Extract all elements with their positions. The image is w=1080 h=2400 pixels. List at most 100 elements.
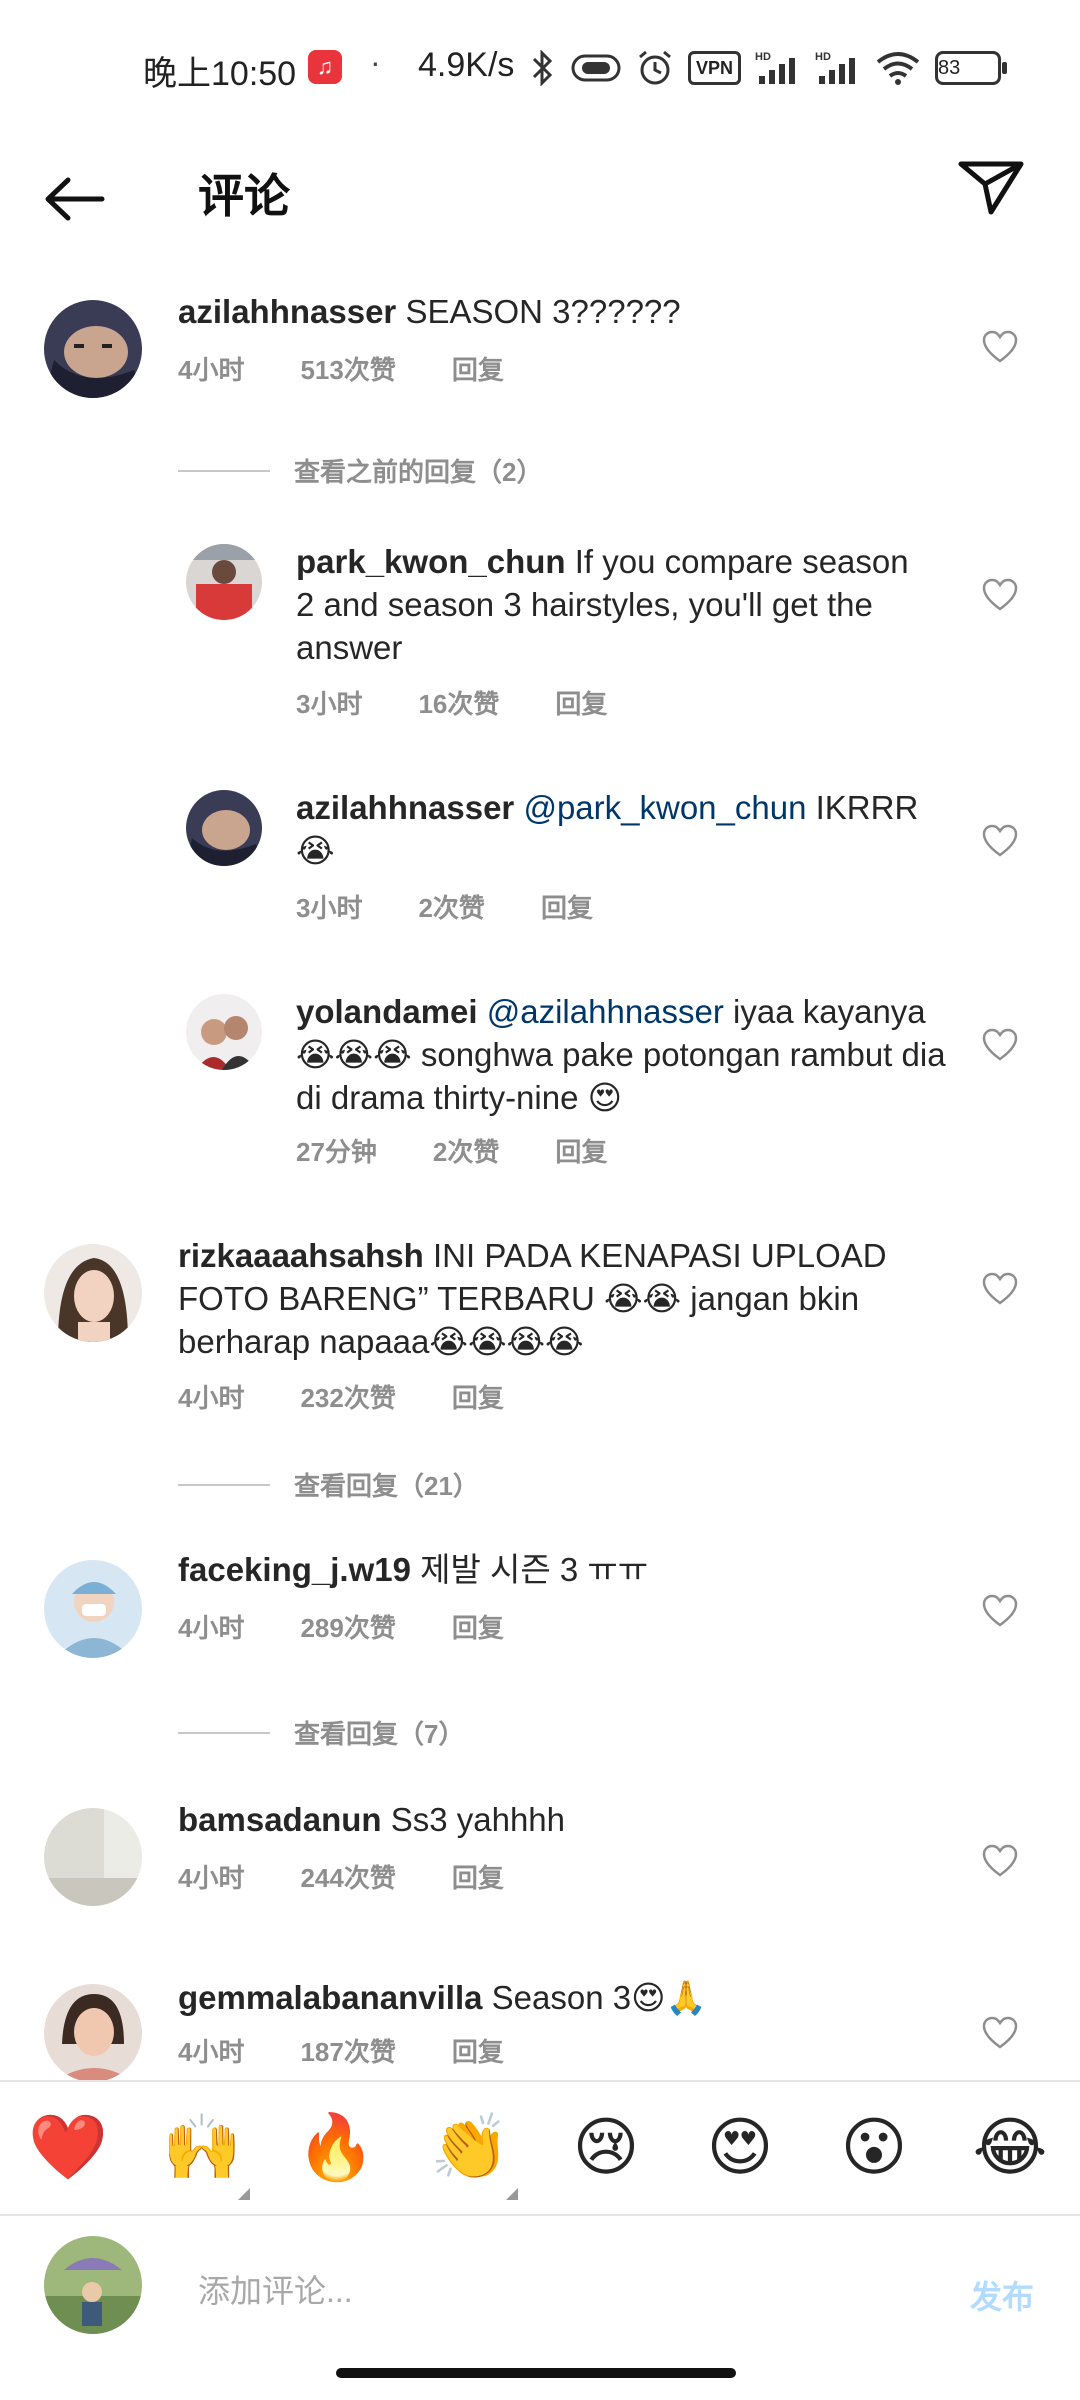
svg-text:HD: HD [815,51,831,63]
wifi-icon [875,50,921,86]
divider-line [178,1483,270,1486]
svg-text:HD: HD [755,51,771,63]
comment-time: 3小时 [296,893,363,923]
avatar[interactable] [186,790,262,866]
comment-composer: 添加评论... 发布 [0,2214,1080,2356]
avatar[interactable] [44,300,142,398]
comment-time: 4小时 [178,1383,245,1413]
reply-button[interactable]: 回复 [452,1858,504,1895]
my-avatar [44,2236,142,2334]
comment-likes[interactable]: 513次赞 [300,350,395,387]
status-icons: VPN HD HD 83 [530,48,1008,88]
emoji-clapping[interactable]: 👏 [430,2112,510,2182]
home-indicator[interactable] [336,2368,736,2378]
alarm-icon [636,50,674,86]
comment-username[interactable]: gemmalabananvilla [178,1979,482,2016]
share-send-icon[interactable] [955,150,1027,222]
view-replies-label[interactable]: 查看回复（7） [294,1714,464,1751]
view-replies-label[interactable]: 查看之前的回复（2） [294,452,542,489]
top-bar: 评论 [0,140,1080,240]
quick-emoji-bar: ❤️ 🙌 🔥 👏 😢 😍 😮 😂 [0,2080,1080,2216]
emoji-heart-eyes[interactable]: 😍 [700,2112,780,2182]
comment-username[interactable]: faceking_j.w19 [178,1551,411,1588]
skin-tone-indicator [238,2188,250,2200]
avatar[interactable] [44,1808,142,1906]
reply-button[interactable]: 回复 [555,1132,607,1169]
like-heart-icon[interactable] [982,1594,1018,1628]
post-button[interactable]: 发布 [970,2272,1034,2318]
view-replies-label[interactable]: 查看回复（21） [294,1466,479,1503]
comment-username[interactable]: park_kwon_chun [296,543,566,580]
comment-likes[interactable]: 187次赞 [300,2032,395,2069]
reply-button[interactable]: 回复 [541,888,593,925]
comment-input[interactable]: 添加评论... [198,2266,353,2312]
like-heart-icon[interactable] [982,578,1018,612]
back-arrow-icon[interactable] [40,158,110,228]
comment-username[interactable]: rizkaaaahsahsh [178,1237,424,1274]
status-bar: 晚上10:50 ♫ · 4.9K/s VPN HD HD 83 [0,0,1080,140]
like-heart-icon[interactable] [982,1844,1018,1878]
emoji-tears-of-joy[interactable]: 😂 [970,2112,1050,2182]
view-replies[interactable]: 查看回复（21） [178,1466,479,1503]
comment-likes[interactable]: 16次赞 [418,684,499,721]
netease-music-icon: ♫ [308,50,342,84]
view-previous-replies[interactable]: 查看之前的回复（2） [178,452,542,489]
comment-likes[interactable]: 244次赞 [300,1858,395,1895]
view-replies[interactable]: 查看回复（7） [178,1714,464,1751]
comment-text: SEASON 3?????? [405,293,681,330]
reply-button[interactable]: 回复 [452,2032,504,2069]
emoji-crying-face[interactable]: 😢 [566,2112,646,2182]
status-time: 晚上10:50 [143,55,297,93]
network-speed: 4.9K/s [418,46,515,84]
like-heart-icon[interactable] [982,1028,1018,1062]
avatar[interactable] [44,1984,142,2080]
bluetooth-icon [530,50,556,86]
comment-time: 4小时 [178,1863,245,1893]
like-heart-icon[interactable] [982,330,1018,364]
avatar[interactable] [44,1244,142,1342]
status-dot: · [370,44,381,80]
comment-likes[interactable]: 2次赞 [433,1132,499,1169]
emoji-raising-hands[interactable]: 🙌 [162,2112,242,2182]
comment-mention[interactable]: @azilahhnasser [487,993,724,1030]
comment-item: gemmalabananvilla Season 3😍🙏 4小时 187次赞 回… [0,1976,1080,2080]
comment-likes[interactable]: 289次赞 [300,1608,395,1645]
comment-likes[interactable]: 2次赞 [418,888,484,925]
emoji-heart[interactable]: ❤️ [28,2112,108,2182]
reply-button[interactable]: 回复 [452,1378,504,1415]
comment-username[interactable]: azilahhnasser [296,789,514,826]
avatar[interactable] [44,1560,142,1658]
emoji-fire[interactable]: 🔥 [296,2112,376,2182]
comment-text: Ss3 yahhhh [390,1801,566,1838]
comment-time: 4小时 [178,355,245,385]
vibrate-icon [570,50,622,86]
reply-button[interactable]: 回复 [555,684,607,721]
battery-icon: 83 [935,51,1008,85]
vpn-badge: VPN [688,51,742,85]
like-heart-icon[interactable] [982,824,1018,858]
like-heart-icon[interactable] [982,1272,1018,1306]
page-title: 评论 [198,170,290,222]
comment-time: 27分钟 [296,1137,377,1167]
avatar[interactable] [186,544,262,620]
divider-line [178,469,270,472]
comment-time: 3小时 [296,689,363,719]
avatar[interactable] [186,994,262,1070]
comment-text: 제발 시즌 3 ㅠㅠ [420,1551,649,1588]
reply-button[interactable]: 回复 [452,350,504,387]
comment-mention[interactable]: @park_kwon_chun [523,789,806,826]
comment-time: 4小时 [178,1613,245,1643]
comment-username[interactable]: azilahhnasser [178,293,396,330]
emoji-surprised[interactable]: 😮 [834,2112,914,2182]
signal-icon-2: HD [815,50,861,86]
divider-line [178,1731,270,1734]
like-heart-icon[interactable] [982,2016,1018,2050]
comment-username[interactable]: bamsadanun [178,1801,382,1838]
reply-button[interactable]: 回复 [452,1608,504,1645]
signal-icon-1: HD [755,50,801,86]
comment-likes[interactable]: 232次赞 [300,1378,395,1415]
skin-tone-indicator [506,2188,518,2200]
comment-username[interactable]: yolandamei [296,993,478,1030]
comment-time: 4小时 [178,2037,245,2067]
comment-text: Season 3😍🙏 [491,1979,707,2016]
